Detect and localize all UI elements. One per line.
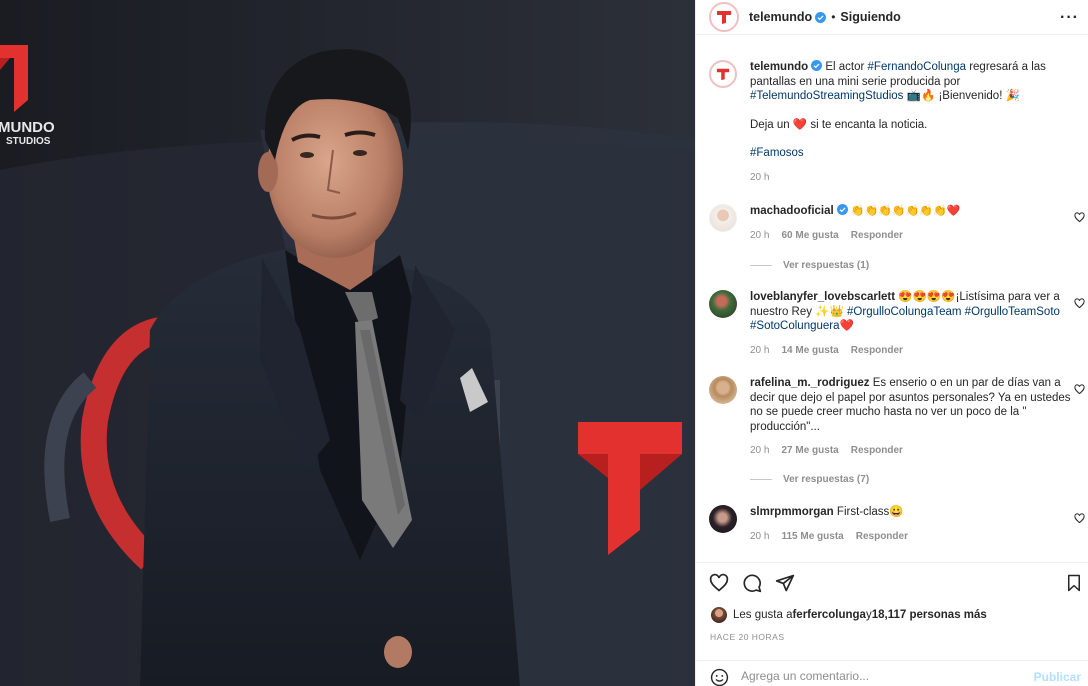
backdrop-logo-text-1: MUNDO	[0, 119, 55, 136]
commenter-avatar[interactable]	[709, 505, 737, 533]
heart-icon[interactable]	[709, 573, 729, 593]
likes-count[interactable]: 18,117 personas más	[872, 609, 987, 621]
comment-username[interactable]: slmrpmmorgan	[750, 506, 834, 518]
publish-button[interactable]: Publicar	[1034, 670, 1081, 684]
hashtag-link[interactable]: #TelemundoStreamingStudios	[750, 90, 903, 102]
comment-time: 20 h	[750, 344, 770, 356]
caption-username[interactable]: telemundo	[750, 61, 808, 73]
comment-text: 👏👏👏👏👏👏👏❤️	[847, 205, 961, 217]
replies-divider	[750, 479, 772, 480]
commenter-avatar[interactable]	[709, 204, 737, 232]
likes-summary: Les gusta a ferfercolunga y 18,117 perso…	[711, 607, 987, 623]
view-replies-button[interactable]: Ver respuestas (1)	[750, 260, 869, 271]
comment-likes[interactable]: 60 Me gusta	[781, 229, 838, 244]
view-replies-button[interactable]: Ver respuestas (7)	[750, 474, 869, 485]
comment-like-heart-icon[interactable]	[1074, 298, 1085, 309]
reply-button[interactable]: Responder	[851, 229, 903, 244]
hashtag-link[interactable]: #SotoColunguera	[750, 320, 840, 332]
hashtag-link[interactable]: #OrgulloColungaTeam	[847, 306, 961, 318]
liker-username[interactable]: ferfercolunga	[792, 609, 866, 621]
bookmark-icon[interactable]	[1065, 573, 1083, 593]
header-separator: •	[831, 10, 836, 24]
telemundo-logo-icon	[717, 11, 731, 24]
post-actions: Les gusta a ferfercolunga y 18,117 perso…	[696, 562, 1088, 686]
reply-button[interactable]: Responder	[851, 444, 903, 459]
reply-button[interactable]: Responder	[856, 530, 908, 545]
liker-avatar[interactable]	[711, 607, 727, 623]
comment-time: 20 h	[750, 229, 770, 241]
comments-scroll[interactable]: telemundo El actor #FernandoColunga regr…	[696, 36, 1088, 562]
comment-icon[interactable]	[742, 573, 762, 593]
verified-badge-icon	[815, 11, 827, 23]
hashtag-link[interactable]: #Famosos	[750, 146, 1080, 161]
comment-text: First-class😀	[833, 506, 904, 518]
comment-likes[interactable]: 115 Me gusta	[781, 530, 843, 545]
hashtag-link[interactable]: #OrgulloTeamSoto	[965, 306, 1060, 318]
backdrop-logo-text-2: STUDIOS	[6, 136, 51, 147]
post-header: telemundo • Siguiendo ···	[696, 0, 1088, 35]
comment-time: 20 h	[750, 530, 770, 542]
comment-text-end: ❤️	[839, 320, 854, 332]
verified-badge-icon	[836, 204, 848, 215]
comment-input[interactable]	[741, 667, 1031, 685]
commenter-avatar[interactable]	[709, 376, 737, 404]
caption-text-3: 📺🔥 ¡Bienvenido! 🎉	[903, 90, 1020, 102]
emoji-icon[interactable]	[710, 668, 729, 686]
comment-likes[interactable]: 14 Me gusta	[781, 344, 838, 359]
caption-line-2: Deja un ❤️ si te encanta la noticia.	[750, 118, 928, 131]
post-time-ago: HACE 20 HORAS	[710, 632, 785, 642]
post-photo[interactable]: MUNDO STUDIOS	[0, 0, 695, 686]
view-replies-label: Ver respuestas (1)	[783, 260, 870, 271]
comment-username[interactable]: machadooficial	[750, 205, 834, 217]
more-options-icon[interactable]: ···	[1060, 9, 1079, 27]
caption-body: telemundo El actor #FernandoColunga regr…	[750, 60, 1080, 185]
comment-username[interactable]: rafelina_m._rodriguez	[750, 377, 870, 389]
hashtag-link[interactable]: #FernandoColunga	[868, 61, 966, 73]
comment-likes[interactable]: 27 Me gusta	[781, 444, 838, 459]
telemundo-logo-icon	[716, 68, 730, 81]
caption-time: 20 h	[750, 171, 770, 183]
comment-like-heart-icon[interactable]	[1074, 384, 1085, 395]
following-button[interactable]: Siguiendo	[840, 10, 900, 24]
reply-button[interactable]: Responder	[851, 344, 903, 359]
view-replies-label: Ver respuestas (7)	[783, 474, 870, 485]
caption-text-1: El actor	[822, 61, 868, 73]
post-sidebar: telemundo • Siguiendo ··· telemundo El a…	[695, 0, 1088, 686]
likes-prefix: Les gusta a	[733, 609, 793, 621]
comment-time: 20 h	[750, 445, 770, 456]
add-comment-bar: Publicar	[696, 660, 1088, 686]
comment-like-heart-icon[interactable]	[1074, 513, 1085, 524]
commenter-avatar[interactable]	[709, 290, 737, 318]
verified-badge-icon	[811, 60, 823, 71]
comment-username[interactable]: loveblanyfer_lovebscarlett	[750, 291, 895, 303]
post-image: MUNDO STUDIOS	[0, 0, 695, 686]
telemundo-avatar[interactable]	[709, 2, 739, 32]
caption-avatar[interactable]	[709, 60, 737, 88]
replies-divider	[750, 265, 772, 266]
header-username[interactable]: telemundo	[749, 10, 812, 24]
share-icon[interactable]	[775, 573, 795, 593]
comment-like-heart-icon[interactable]	[1074, 212, 1085, 223]
